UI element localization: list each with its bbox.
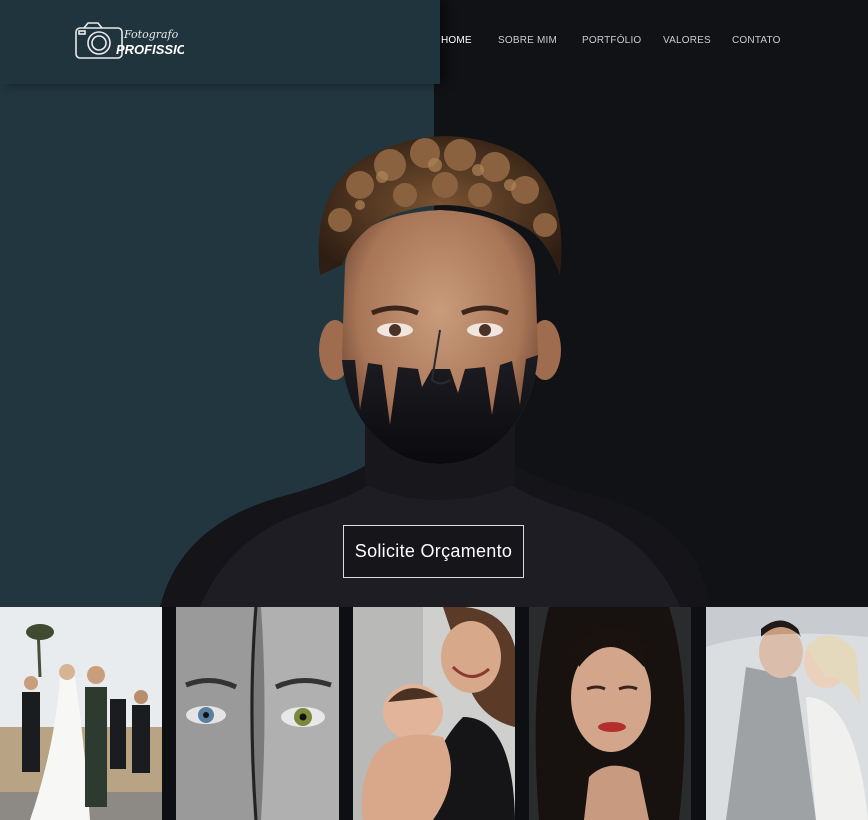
svg-text:PROFISSIONAL: PROFISSIONAL [116,42,184,57]
gallery-photo-wedding[interactable] [0,607,162,820]
gallery-photo-mother-baby[interactable] [353,607,515,820]
nav-sobre-mim[interactable]: SOBRE MIM [498,35,557,46]
page: Fotografo PROFISSIONAL HOME SOBRE MIM PO… [0,0,868,820]
request-quote-button[interactable]: Solicite Orçamento [343,525,524,578]
gallery-photo-couple[interactable] [706,607,868,820]
gallery-photo-woman[interactable] [529,607,691,820]
gallery-photo-faces[interactable] [176,607,339,820]
wedding-photo [0,607,162,820]
nav-valores[interactable]: VALORES [663,35,711,46]
couple-photo [706,607,868,820]
nav-home[interactable]: HOME [441,35,472,46]
nav-portfolio[interactable]: PORTFÓLIO [582,35,641,46]
faces-photo [176,607,339,820]
woman-photo [529,607,691,820]
nav-contato[interactable]: CONTATO [732,35,781,46]
header-left-panel [0,0,440,84]
camera-icon: Fotografo PROFISSIONAL [75,22,214,59]
svg-text:Fotografo: Fotografo [123,28,179,41]
mother-baby-photo [353,607,515,820]
photo-gallery [0,607,868,820]
site-logo[interactable]: Fotografo PROFISSIONAL [74,20,214,62]
